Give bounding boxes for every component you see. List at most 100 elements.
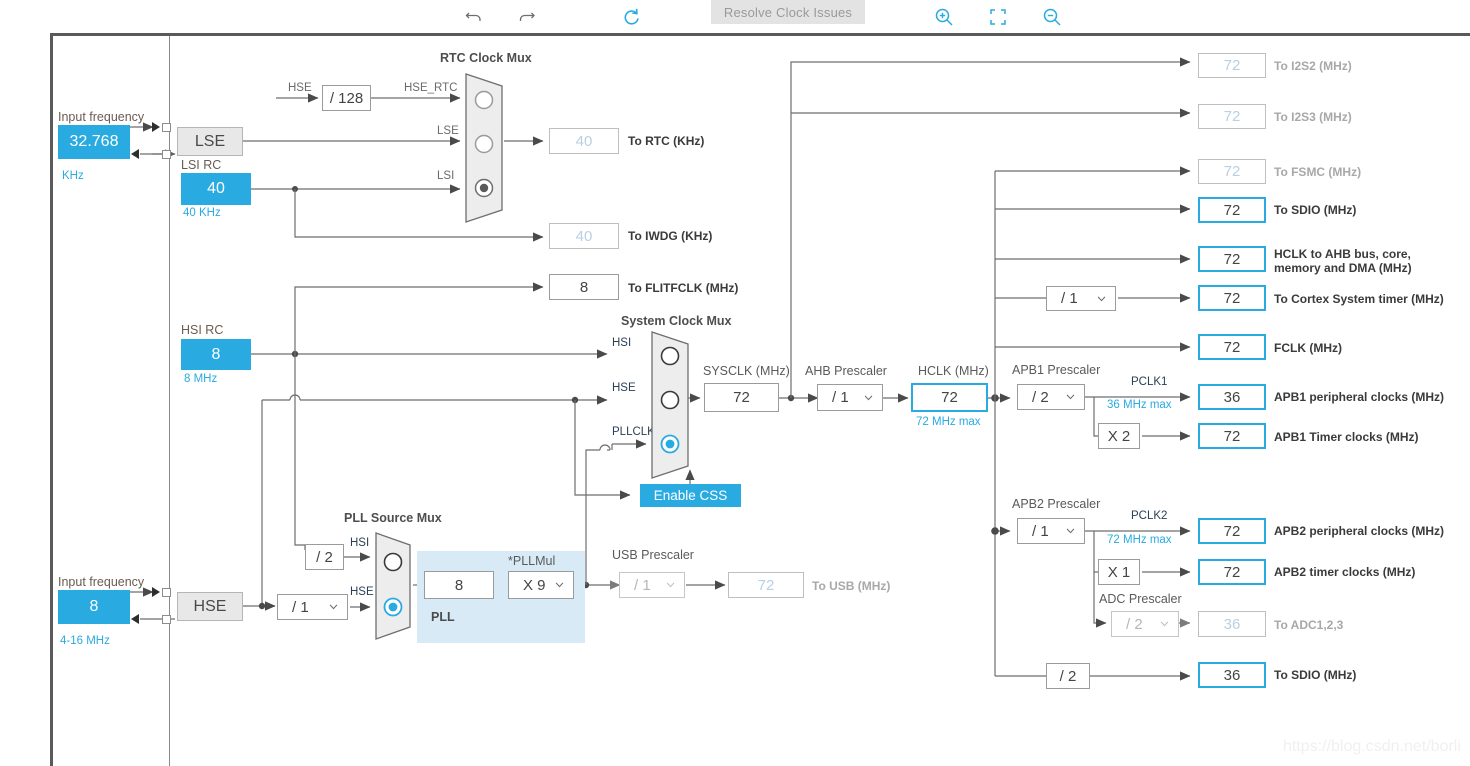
to-flitfclk-label: To FLITFCLK (MHz): [628, 281, 739, 295]
to-adc-value-box[interactable]: 36: [1198, 611, 1266, 637]
pll-input-box[interactable]: 8: [424, 571, 494, 599]
ahb-prescaler-label: AHB Prescaler: [805, 364, 887, 378]
left-rail-divider: [169, 36, 170, 766]
pllmul-select[interactable]: X 9: [508, 571, 574, 599]
hclk-ahb-value: 72: [1223, 250, 1241, 268]
apb2-max-label: 72 MHz max: [1107, 534, 1172, 546]
to-i2s2-value-box[interactable]: 72: [1198, 53, 1266, 78]
usb-prescaler-select[interactable]: / 1: [619, 572, 685, 598]
apb1-timer-multiplier-value: X 2: [1107, 427, 1131, 445]
adc-prescaler-select[interactable]: / 2: [1111, 611, 1179, 637]
hse-rtc-divider[interactable]: / 128: [322, 85, 371, 111]
enable-css-label: Enable CSS: [653, 488, 728, 503]
undo-icon[interactable]: [459, 0, 489, 33]
adc-prescaler-value: / 2: [1126, 615, 1143, 633]
hse-oscillator[interactable]: HSE: [177, 592, 243, 621]
apb2-prescaler-value: / 1: [1032, 522, 1049, 540]
hclk-max-label: 72 MHz max: [916, 416, 981, 428]
lsi-rc-field[interactable]: 40: [181, 173, 251, 205]
rtc-clock-mux[interactable]: [464, 72, 510, 224]
to-i2s3-value: 72: [1223, 108, 1241, 125]
zoom-out-icon[interactable]: [1037, 0, 1067, 33]
hse-input-frequency-label: Input frequency: [58, 575, 145, 589]
system-clock-mux-title: System Clock Mux: [621, 314, 732, 328]
fclk-value-box[interactable]: 72: [1198, 334, 1266, 360]
sysmux-hse-label: HSE: [612, 382, 636, 394]
cortex-prescaler-select[interactable]: / 1: [1046, 286, 1116, 311]
clock-configuration-view: Resolve Clock Issues Input frequency 32.…: [0, 0, 1470, 766]
ahb-prescaler-select[interactable]: / 1: [817, 384, 883, 411]
to-cortex-value-box[interactable]: 72: [1198, 285, 1266, 311]
to-cortex-value: 72: [1223, 289, 1241, 307]
apb2-timer-value-box[interactable]: 72: [1198, 559, 1266, 585]
fit-screen-icon[interactable]: [983, 0, 1013, 33]
pll-hsi-divider[interactable]: / 2: [305, 544, 344, 570]
apb1-max-label: 36 MHz max: [1107, 399, 1172, 411]
to-adc-label: To ADC1,2,3: [1274, 618, 1344, 632]
lse-input-frequency-label: Input frequency: [58, 110, 145, 124]
pll-hsi-divider-value: / 2: [316, 548, 333, 566]
pll-hse-divider-value: / 1: [292, 598, 309, 616]
to-sdio-bottom-value-box[interactable]: 36: [1198, 662, 1266, 688]
to-usb-value-box[interactable]: 72: [728, 572, 804, 598]
sysmux-hsi-label: HSI: [612, 337, 632, 349]
to-cortex-label: To Cortex System timer (MHz): [1274, 292, 1444, 306]
hclk-value: 72: [941, 389, 958, 406]
sdio-divider[interactable]: / 2: [1046, 663, 1090, 689]
to-fsmc-value-box[interactable]: 72: [1198, 159, 1266, 184]
resolve-clock-issues-button[interactable]: Resolve Clock Issues: [711, 0, 865, 24]
apb2-timer-multiplier[interactable]: X 1: [1098, 559, 1140, 585]
enable-css-button[interactable]: Enable CSS: [640, 484, 741, 507]
lse-oscillator[interactable]: LSE: [177, 127, 243, 156]
reset-icon[interactable]: [616, 0, 646, 33]
apb1-prescaler-select[interactable]: / 2: [1017, 384, 1085, 410]
apb1-timer-value-box[interactable]: 72: [1198, 423, 1266, 449]
hse-pin-out[interactable]: [162, 615, 171, 624]
apb1-peripheral-value-box[interactable]: 36: [1198, 384, 1266, 410]
redo-icon[interactable]: [513, 0, 543, 33]
to-rtc-label: To RTC (KHz): [628, 134, 705, 148]
sysclk-value-box[interactable]: 72: [704, 383, 779, 412]
hclk-value-box[interactable]: 72: [911, 383, 988, 412]
pllmul-label: *PLLMul: [508, 554, 556, 568]
pll-hse-divider-select[interactable]: / 1: [277, 594, 348, 620]
lse-input-frequency-value: 32.768: [69, 133, 119, 150]
usb-prescaler-label: USB Prescaler: [612, 548, 694, 562]
hse-input-frequency-value: 8: [89, 598, 99, 615]
lse-unit-label: KHz: [62, 170, 84, 182]
hsi-rc-field[interactable]: 8: [181, 339, 251, 370]
pllmux-hse-label: HSE: [350, 586, 374, 598]
sysclk-label: SYSCLK (MHz): [703, 364, 790, 378]
apb2-prescaler-select[interactable]: / 1: [1017, 518, 1085, 544]
lse-pin-out[interactable]: [162, 150, 171, 159]
to-rtc-value-box[interactable]: 40: [549, 128, 619, 154]
apb1-timer-multiplier[interactable]: X 2: [1098, 423, 1140, 449]
fclk-value: 72: [1223, 338, 1241, 356]
pll-tag: PLL: [431, 610, 455, 624]
to-usb-label: To USB (MHz): [812, 579, 891, 593]
hse-input-frequency-field[interactable]: 8: [58, 590, 130, 624]
to-sdio-value-box[interactable]: 72: [1198, 197, 1266, 223]
to-i2s2-value: 72: [1223, 57, 1241, 74]
to-flitfclk-value-box[interactable]: 8: [549, 274, 619, 300]
to-sdio-value: 72: [1223, 201, 1241, 219]
zoom-in-icon[interactable]: [929, 0, 959, 33]
to-iwdg-value-box[interactable]: 40: [549, 223, 619, 249]
system-clock-mux[interactable]: [650, 330, 696, 480]
watermark: https://blog.csdn.net/borli: [1283, 738, 1461, 755]
to-i2s3-value-box[interactable]: 72: [1198, 104, 1266, 129]
hse-rtc-label: HSE_RTC: [404, 82, 458, 94]
lsi-rc-value: 40: [207, 180, 225, 197]
hclk-label: HCLK (MHz): [918, 364, 989, 378]
lse-oscillator-label: LSE: [194, 132, 226, 150]
hse-pin-in[interactable]: [162, 588, 171, 597]
lse-input-frequency-field[interactable]: 32.768: [58, 125, 130, 159]
apb2-peripheral-value-box[interactable]: 72: [1198, 518, 1266, 544]
lse-pin-in[interactable]: [162, 123, 171, 132]
rtc-clock-mux-title: RTC Clock Mux: [440, 51, 532, 65]
hclk-ahb-value-box[interactable]: 72: [1198, 246, 1266, 272]
apb1-prescaler-label: APB1 Prescaler: [1012, 363, 1101, 377]
rtc-lsi-label: LSI: [437, 170, 455, 182]
to-sdio-label: To SDIO (MHz): [1274, 203, 1357, 217]
pll-source-mux[interactable]: [374, 531, 418, 641]
